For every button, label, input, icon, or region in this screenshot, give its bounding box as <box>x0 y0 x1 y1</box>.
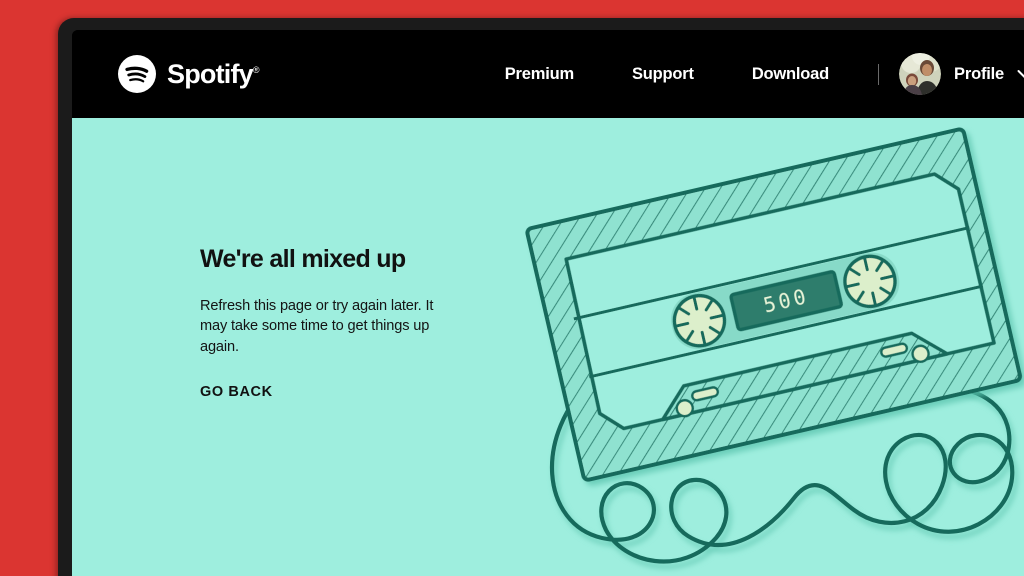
top-navigation-bar: Spotify® Premium Support Download Profil… <box>72 30 1024 118</box>
error-copy-block: We're all mixed up Refresh this page or … <box>200 245 468 401</box>
avatar <box>899 53 942 95</box>
nav-links: Premium Support Download Profile <box>476 53 1024 95</box>
page-description: Refresh this page or try again later. It… <box>200 297 434 355</box>
nav-link-download[interactable]: Download <box>723 59 858 90</box>
laptop-screen: Spotify® Premium Support Download Profil… <box>72 30 1024 576</box>
cassette-tape-illustration: 500 <box>472 118 1024 576</box>
nav-link-support[interactable]: Support <box>603 59 723 90</box>
spotify-logo-icon <box>118 55 156 93</box>
page-title: We're all mixed up <box>200 245 406 273</box>
profile-menu[interactable]: Profile <box>899 53 1024 95</box>
profile-label: Profile <box>954 64 1004 83</box>
spotify-wordmark: Spotify® <box>167 58 260 89</box>
screenshot-stage: Spotify® Premium Support Download Profil… <box>0 0 1024 576</box>
error-page-content: We're all mixed up Refresh this page or … <box>72 118 1024 576</box>
nav-link-premium[interactable]: Premium <box>476 59 603 90</box>
chevron-down-icon <box>1017 69 1024 78</box>
go-back-link[interactable]: GO BACK <box>200 384 273 400</box>
nav-divider <box>878 63 880 85</box>
spotify-brand[interactable]: Spotify® <box>118 55 260 93</box>
laptop-frame: Spotify® Premium Support Download Profil… <box>58 18 1024 576</box>
